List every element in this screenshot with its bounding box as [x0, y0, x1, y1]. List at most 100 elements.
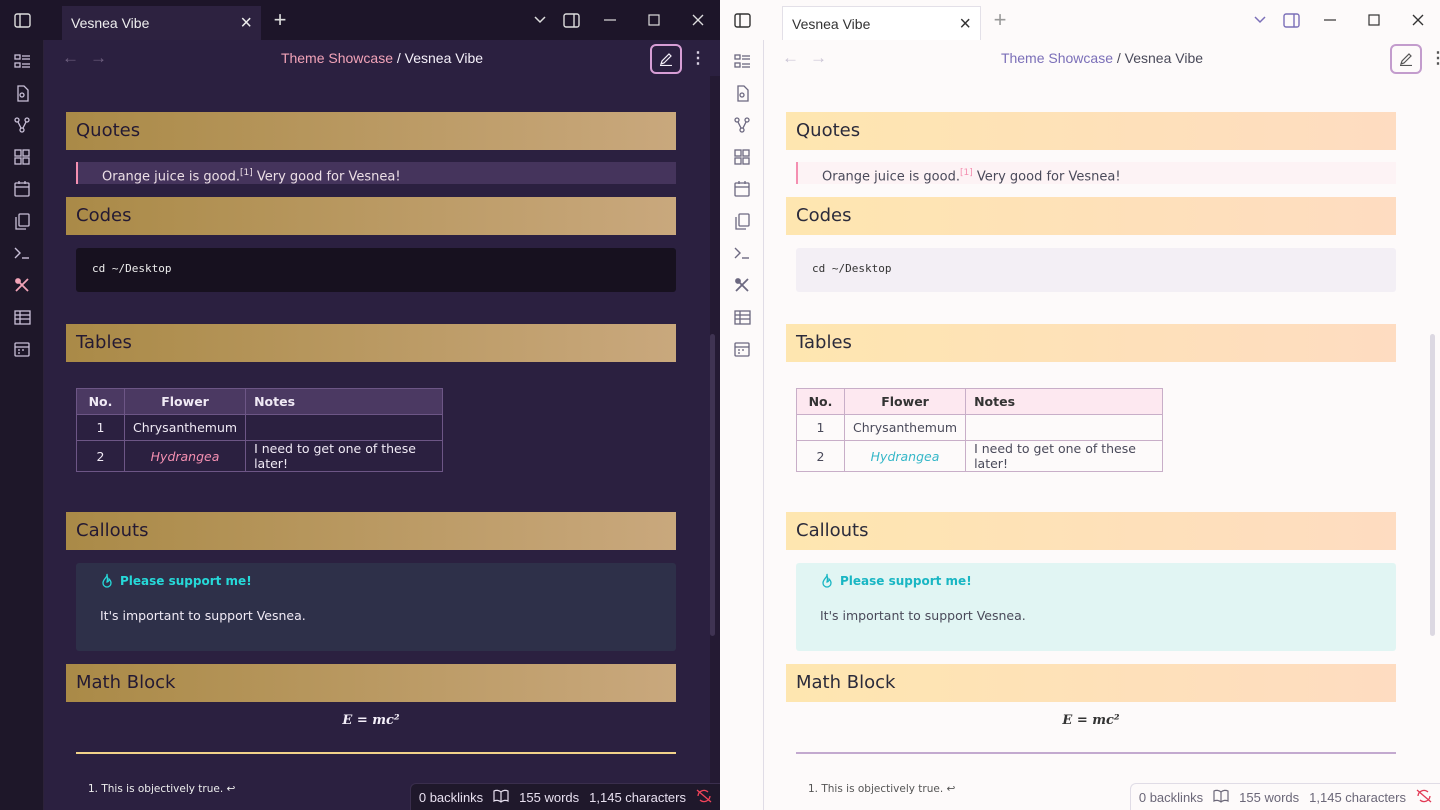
light-pane: Vesnea Vibe × + ← → Theme Showcase / Ves… [720, 0, 1440, 810]
table-cell: I need to get one of these later! [245, 440, 444, 472]
character-count: 1,145 characters [589, 789, 686, 805]
footnote-ref[interactable]: [1] [240, 168, 253, 178]
open-file-icon[interactable] [10, 81, 34, 105]
minimize-icon[interactable] [1318, 8, 1342, 32]
callout-body: It's important to support Vesnea. [820, 608, 1026, 623]
calendar-icon[interactable] [10, 177, 34, 201]
maximize-icon[interactable] [1362, 8, 1386, 32]
tab-title: Vesnea Vibe [71, 15, 150, 31]
table-cell: Chrysanthemum [123, 414, 247, 441]
flower-table: No. Flower Notes 1 Chrysanthemum 2 Hydra… [76, 388, 444, 472]
callout: Please support me! It's important to sup… [796, 563, 1396, 651]
status-bar: 0 backlinks 155 words 1,145 characters [409, 783, 720, 810]
code-block: cd ~/Desktop [796, 248, 1396, 292]
table-cell [965, 414, 1164, 441]
breadcrumb-parent[interactable]: Theme Showcase [1001, 50, 1113, 66]
blockquote: Orange juice is good.[1] Very good for V… [76, 162, 676, 184]
reading-view-icon[interactable] [493, 789, 509, 806]
ribbon [720, 40, 764, 810]
breadcrumb-separator: / [396, 50, 401, 66]
callouts-heading: Callouts [66, 512, 676, 550]
table-header: No. [76, 388, 125, 415]
edit-pencil-icon[interactable] [1390, 44, 1422, 74]
table-cell: 1 [76, 414, 125, 441]
breadcrumb-parent[interactable]: Theme Showcase [281, 50, 393, 66]
footnotes-divider [796, 752, 1396, 754]
chevron-down-icon[interactable] [1248, 8, 1272, 32]
sidebar-toggle-icon[interactable] [10, 8, 34, 32]
sidebar-toggle-icon[interactable] [730, 8, 754, 32]
table-cell: I need to get one of these later! [965, 440, 1164, 472]
scrollbar[interactable] [710, 334, 715, 636]
blockquote: Orange juice is good.[1] Very good for V… [796, 162, 1396, 184]
tab-vesnea-vibe[interactable]: Vesnea Vibe × [62, 6, 261, 40]
style-settings-icon[interactable] [730, 273, 754, 297]
graph-icon[interactable] [730, 113, 754, 137]
backlinks-count[interactable]: 0 backlinks [1139, 790, 1203, 805]
templates-icon[interactable] [10, 209, 34, 233]
new-tab-icon[interactable]: + [988, 7, 1012, 32]
note-content: Quotes Orange juice is good.[1] Very goo… [764, 76, 1430, 810]
callout-body: It's important to support Vesnea. [100, 608, 306, 623]
table-row: 2 Hydrangea I need to get one of these l… [76, 440, 444, 472]
files-icon[interactable] [10, 49, 34, 73]
terminal-icon[interactable] [10, 241, 34, 265]
navbar: ← → Theme Showcase / Vesnea Vibe ⋮ [44, 40, 720, 76]
table-header-row: No. Flower Notes [76, 388, 444, 415]
table-cell: 1 [796, 414, 845, 441]
table-icon[interactable] [10, 305, 34, 329]
tables-heading: Tables [786, 324, 1396, 362]
sync-off-icon[interactable] [696, 789, 712, 806]
math-block: E = mc² [342, 713, 400, 728]
close-icon[interactable]: × [959, 14, 971, 34]
scrollbar[interactable] [1430, 334, 1435, 636]
canvas-icon[interactable] [730, 145, 754, 169]
table-icon[interactable] [730, 305, 754, 329]
terminal-icon[interactable] [730, 241, 754, 265]
maximize-icon[interactable] [642, 8, 666, 32]
status-bar: 0 backlinks 155 words 1,145 characters [1129, 783, 1440, 810]
more-options-icon[interactable]: ⋮ [690, 48, 706, 68]
callout-title-text: Please support me! [120, 574, 252, 588]
character-count: 1,145 characters [1309, 789, 1406, 805]
right-sidebar-icon[interactable] [559, 8, 583, 32]
templates-icon[interactable] [730, 209, 754, 233]
table-row: 2 Hydrangea I need to get one of these l… [796, 440, 1164, 472]
style-settings-icon[interactable] [10, 273, 34, 297]
new-tab-icon[interactable]: + [268, 7, 292, 32]
files-icon[interactable] [730, 49, 754, 73]
calendar-icon[interactable] [730, 177, 754, 201]
tab-vesnea-vibe[interactable]: Vesnea Vibe × [782, 6, 981, 40]
callout-title-text: Please support me! [840, 574, 972, 588]
close-window-icon[interactable] [686, 8, 710, 32]
table-header: Flower [843, 388, 967, 415]
more-options-icon[interactable]: ⋮ [1430, 48, 1440, 68]
close-window-icon[interactable] [1406, 8, 1430, 32]
flame-icon [822, 573, 832, 588]
open-file-icon[interactable] [730, 81, 754, 105]
quotes-heading: Quotes [66, 112, 676, 150]
edit-pencil-icon[interactable] [650, 44, 682, 74]
right-sidebar-icon[interactable] [1279, 8, 1303, 32]
chevron-down-icon[interactable] [528, 8, 552, 32]
tables-heading: Tables [66, 324, 676, 362]
graph-icon[interactable] [10, 113, 34, 137]
callout: Please support me! It's important to sup… [76, 563, 676, 651]
daily-note-icon[interactable] [730, 337, 754, 361]
breadcrumb-current[interactable]: Vesnea Vibe [1125, 50, 1203, 66]
close-icon[interactable]: × [240, 13, 252, 33]
breadcrumb: Theme Showcase / Vesnea Vibe [764, 50, 1440, 66]
reading-view-icon[interactable] [1213, 789, 1229, 806]
canvas-icon[interactable] [10, 145, 34, 169]
quote-tail: Very good for Vesnea! [252, 169, 401, 185]
daily-note-icon[interactable] [10, 337, 34, 361]
sync-off-icon[interactable] [1416, 789, 1432, 806]
minimize-icon[interactable] [598, 8, 622, 32]
titlebar: Vesnea Vibe × + [0, 0, 720, 40]
footnote-ref[interactable]: [1] [960, 168, 973, 178]
table-cell: Hydrangea [843, 440, 967, 472]
backlinks-count[interactable]: 0 backlinks [419, 790, 483, 805]
breadcrumb-current[interactable]: Vesnea Vibe [405, 50, 483, 66]
table-header-row: No. Flower Notes [796, 388, 1164, 415]
codes-heading: Codes [66, 197, 676, 235]
